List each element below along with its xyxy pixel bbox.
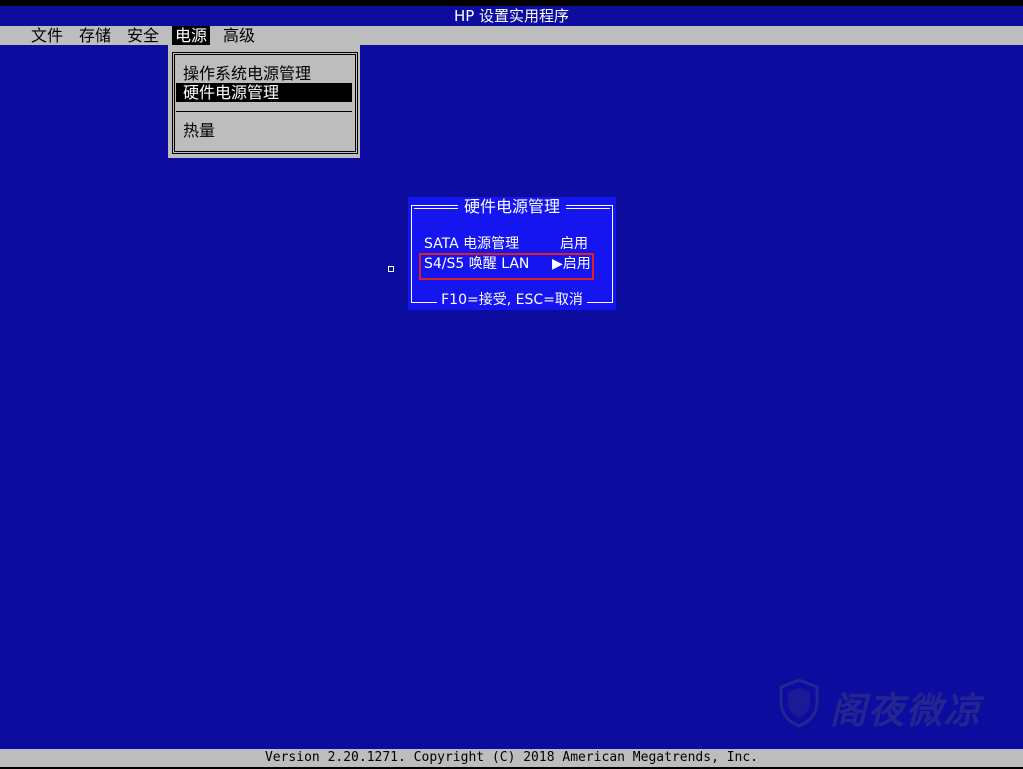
mouse-cursor-icon: [388, 266, 394, 272]
dialog-row-sata-power[interactable]: SATA 电源管理 启用: [424, 235, 588, 253]
watermark: 阁夜微凉: [778, 676, 998, 736]
row-value[interactable]: 启用: [560, 235, 588, 253]
shield-icon: [779, 678, 819, 728]
menu-item-advanced[interactable]: 高级: [220, 26, 258, 45]
dialog-footer-text: F10=接受, ESC=取消: [437, 292, 587, 308]
dialog-border-right: [612, 205, 613, 303]
menu-item-file[interactable]: 文件: [28, 26, 66, 45]
menu-item-power[interactable]: 电源: [172, 26, 211, 45]
dialog-border-left: [411, 205, 412, 303]
menu-bar: 文件 存储 安全 电源 高级: [0, 26, 1023, 45]
dropdown-item-hardware-power-management[interactable]: 硬件电源管理: [176, 83, 352, 102]
bios-screen: HP 设置实用程序 文件 存储 安全 电源 高级 操作系统电源管理 硬件电源管理…: [0, 0, 1023, 769]
window-title: HP 设置实用程序: [0, 6, 1023, 26]
menu-item-storage[interactable]: 存储: [76, 26, 114, 45]
menu-item-security[interactable]: 安全: [124, 26, 162, 45]
dropdown-separator: [176, 111, 352, 112]
dropdown-item-os-power-management[interactable]: 操作系统电源管理: [176, 64, 352, 83]
watermark-text: 阁夜微凉: [830, 690, 983, 732]
power-dropdown-menu: 操作系统电源管理 硬件电源管理 热量: [168, 45, 360, 158]
highlight-annotation-box: [419, 253, 594, 280]
dialog-footer: F10=接受, ESC=取消: [408, 291, 616, 309]
status-bar: Version 2.20.1271. Copyright (C) 2018 Am…: [0, 749, 1023, 767]
row-label: SATA 电源管理: [424, 236, 520, 252]
dialog-title-text: 硬件电源管理: [457, 197, 566, 216]
dropdown-item-thermal[interactable]: 热量: [176, 121, 352, 140]
dialog-title: 硬件电源管理: [408, 197, 616, 217]
